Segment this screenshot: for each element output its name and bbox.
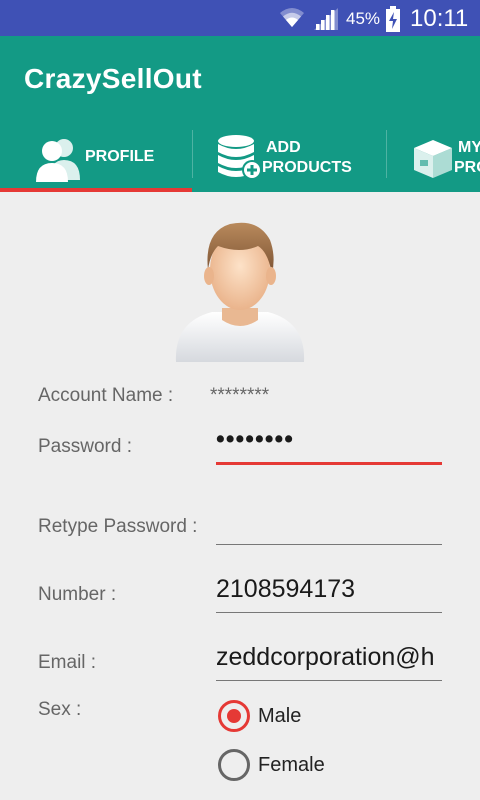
radio-female-label: Female — [258, 754, 325, 776]
profile-users-icon — [36, 139, 80, 182]
tab-my-products[interactable]: MY PRO — [386, 130, 480, 192]
retype-password-label: Retype Password : — [38, 516, 198, 537]
sex-label: Sex : — [38, 699, 82, 720]
radio-male[interactable]: Male — [218, 700, 418, 734]
retype-password-field[interactable] — [216, 499, 442, 545]
tab-my-label-1: MY — [458, 139, 480, 156]
number-value: 2108594173 — [216, 575, 356, 603]
radio-button-checked — [218, 700, 250, 732]
product-box-icon — [414, 140, 452, 178]
tab-profile[interactable]: PROFILE — [0, 130, 192, 192]
tab-bar: PROFILE ADD PRODUCTS MY PR — [0, 130, 480, 192]
radio-male-label: Male — [258, 705, 302, 727]
status-bar: 45% 10:11 — [0, 0, 480, 36]
battery-percent: 45% — [346, 9, 381, 28]
add-database-icon — [218, 135, 262, 180]
password-value: •••••••• — [216, 425, 295, 453]
number-field[interactable]: 2108594173 — [216, 567, 442, 613]
user-avatar — [175, 222, 305, 362]
tab-my-label-2: PRO — [454, 159, 480, 176]
password-label: Password : — [38, 436, 132, 457]
wifi-icon — [280, 8, 304, 27]
signal-icon — [314, 8, 338, 30]
email-value: zeddcorporation@h — [216, 643, 435, 671]
tab-add-label-1: ADD — [266, 139, 301, 156]
tab-add-label-2: PRODUCTS — [262, 159, 352, 176]
radio-button-unchecked — [218, 749, 250, 781]
app-bar: CrazySellOut PROFILE ADD PRODUCTS MY PR — [0, 36, 480, 192]
account-name-value: ******** — [210, 385, 270, 406]
tab-add-products[interactable]: ADD PRODUCTS — [192, 130, 386, 192]
radio-female[interactable]: Female — [218, 749, 418, 783]
tab-profile-label: PROFILE — [85, 148, 155, 165]
password-field[interactable]: •••••••• — [216, 419, 442, 465]
clock: 10:11 — [410, 5, 469, 32]
account-name-label: Account Name : — [38, 385, 174, 406]
number-label: Number : — [38, 584, 117, 605]
battery-charging-icon — [386, 6, 400, 32]
email-field[interactable]: zeddcorporation@h — [216, 635, 442, 681]
profile-content: Account Name : ******** Password : •••••… — [0, 192, 480, 800]
app-title: CrazySellOut — [24, 63, 202, 94]
email-label: Email : — [38, 652, 97, 673]
